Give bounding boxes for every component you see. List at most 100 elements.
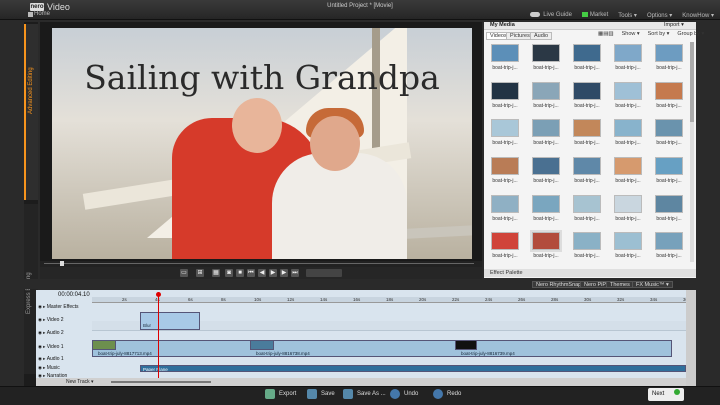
- media-thumbnail[interactable]: boat-trip-j...: [652, 156, 686, 190]
- track-visibility-icon[interactable]: ◉ ▸: [38, 365, 47, 370]
- media-thumbnail[interactable]: boat-trip-j...: [570, 194, 604, 228]
- volume-slider[interactable]: [306, 269, 342, 277]
- media-thumbnail[interactable]: boat-trip-j...: [652, 81, 686, 115]
- ruler-tick: 14s: [320, 297, 328, 302]
- media-thumbnail[interactable]: boat-trip-j...: [570, 156, 604, 190]
- play-icon[interactable]: ▶: [269, 269, 277, 277]
- clip-thumb-2[interactable]: [250, 340, 274, 350]
- media-thumbnail[interactable]: boat-trip-j...: [529, 194, 563, 228]
- media-thumbnail[interactable]: boat-trip-j...: [529, 81, 563, 115]
- media-thumbnail[interactable]: boat-trip-j...: [652, 44, 686, 77]
- playhead[interactable]: [158, 292, 159, 378]
- track-header[interactable]: ◉ ▸ Audio 2: [38, 329, 92, 337]
- track-label: Video 2: [46, 317, 64, 323]
- clip-thumb-1[interactable]: [92, 340, 116, 350]
- media-thumbnail[interactable]: boat-trip-j...: [529, 119, 563, 152]
- track-header[interactable]: ◉ ▸ Video 2: [38, 316, 92, 324]
- timeline: [36, 290, 686, 387]
- track-header[interactable]: ◉ ▸ Master Effects: [38, 303, 92, 311]
- home-icon[interactable]: [28, 12, 33, 17]
- tab-advanced-editing[interactable]: Advanced Editing: [24, 24, 38, 200]
- media-thumbnail[interactable]: boat-trip-j...: [529, 156, 563, 190]
- grandpa-head: [232, 98, 282, 153]
- save-button[interactable]: Save: [307, 389, 335, 399]
- home-link[interactable]: Home: [34, 11, 50, 17]
- start-icon[interactable]: ⏮: [247, 269, 255, 277]
- sort-dropdown[interactable]: Sort by ▾: [648, 31, 670, 37]
- media-thumbnail[interactable]: boat-trip-j...: [529, 230, 563, 265]
- layout-icon[interactable]: ▦: [212, 269, 220, 277]
- playhead-handle[interactable]: [156, 292, 161, 297]
- media-thumbnail[interactable]: boat-trip-j...: [488, 194, 522, 228]
- media-thumbnail[interactable]: boat-trip-j...: [611, 44, 645, 77]
- clip-thumb-3[interactable]: [455, 340, 477, 350]
- prev-frame-icon[interactable]: ◀: [258, 269, 266, 277]
- next-frame-icon[interactable]: ▶: [280, 269, 288, 277]
- media-thumbnail[interactable]: boat-trip-j...: [652, 119, 686, 152]
- menu-knowhow[interactable]: KnowHow ▾: [682, 12, 714, 19]
- media-thumbnail[interactable]: boat-trip-j...: [570, 81, 604, 115]
- new-track-button[interactable]: New Track ▾: [66, 379, 94, 385]
- thumbnail-label: boat-trip-j...: [492, 177, 518, 184]
- import-button[interactable]: Import ▾: [664, 22, 684, 28]
- timeline-footer: New Track ▾: [36, 378, 686, 386]
- thumbnail-image: [573, 119, 601, 138]
- menu-options[interactable]: Options ▾: [647, 12, 672, 19]
- media-thumbnail[interactable]: boat-trip-j...: [529, 44, 563, 77]
- media-thumbnail[interactable]: boat-trip-j...: [488, 232, 522, 265]
- export-button[interactable]: Export: [265, 389, 296, 399]
- save-as-button[interactable]: Save As ...: [343, 389, 386, 399]
- media-thumbnail[interactable]: boat-trip-j...: [611, 156, 645, 190]
- media-thumbnail[interactable]: boat-trip-j...: [611, 232, 645, 265]
- media-thumbnail[interactable]: boat-trip-j...: [488, 81, 522, 115]
- track-visibility-icon[interactable]: ◉ ▸: [38, 304, 47, 309]
- track-visibility-icon[interactable]: ◉ ▸: [38, 330, 47, 335]
- undo-button[interactable]: Undo: [390, 389, 418, 399]
- media-thumbnail[interactable]: boat-trip-j...: [652, 232, 686, 265]
- media-thumbnail[interactable]: boat-trip-j...: [570, 44, 604, 77]
- stop-icon[interactable]: ■: [236, 269, 244, 277]
- fx-music-button[interactable]: FX Music™ ▾: [632, 281, 673, 288]
- thumbnail-label: boat-trip-j...: [574, 215, 600, 222]
- redo-button[interactable]: Redo: [433, 389, 461, 399]
- track-visibility-icon[interactable]: ◉ ▸: [38, 317, 47, 322]
- snapshot-icon[interactable]: ◙: [225, 269, 233, 277]
- video-preview[interactable]: Sailing with Grandpa: [52, 28, 472, 259]
- media-thumbnail[interactable]: boat-trip-j...: [570, 119, 604, 152]
- media-thumbnail[interactable]: boat-trip-j...: [570, 232, 604, 265]
- track-header[interactable]: ◉ ▸ Video 1: [38, 343, 92, 351]
- next-button[interactable]: Next: [648, 388, 684, 401]
- media-scroll-thumb[interactable]: [690, 42, 694, 122]
- media-thumbnail[interactable]: boat-trip-j...: [611, 81, 645, 115]
- media-thumbnail[interactable]: boat-trip-j...: [611, 194, 645, 228]
- media-thumbnail[interactable]: boat-trip-j...: [652, 194, 686, 228]
- track-visibility-icon[interactable]: ◉ ▸: [38, 356, 47, 361]
- fit-icon[interactable]: ⊞: [196, 269, 204, 277]
- media-thumbnail[interactable]: boat-trip-j...: [611, 119, 645, 152]
- track-header[interactable]: ◉ ▸ Music: [38, 364, 92, 372]
- live-guide-toggle[interactable]: Live Guide: [530, 11, 572, 18]
- thumbnail-image: [532, 194, 560, 213]
- market-button[interactable]: Market: [581, 11, 608, 18]
- track-header[interactable]: ◉ ▸ Audio 1: [38, 355, 92, 363]
- time-ruler[interactable]: 2s4s6s8s10s12s14s16s18s20s22s24s26s28s30…: [92, 297, 690, 303]
- ruler-tick: 24s: [485, 297, 493, 302]
- themes-button[interactable]: Themes: [606, 281, 634, 288]
- end-icon[interactable]: ⏭: [291, 269, 299, 277]
- view-mode-icon[interactable]: ▦▤▥: [598, 31, 614, 37]
- blur-clip[interactable]: Blur: [140, 312, 200, 330]
- aspect-icon[interactable]: ▭: [180, 269, 188, 277]
- menu-tools[interactable]: Tools ▾: [618, 12, 637, 19]
- media-thumbnail[interactable]: boat-trip-j...: [488, 44, 522, 77]
- media-thumbnail[interactable]: boat-trip-j...: [488, 119, 522, 152]
- track-visibility-icon[interactable]: ◉ ▸: [38, 344, 47, 349]
- scrub-handle[interactable]: [60, 261, 64, 266]
- show-dropdown[interactable]: Show ▾: [622, 31, 640, 37]
- effect-palette-toggle[interactable]: Effect Palette: [484, 269, 696, 277]
- group-dropdown[interactable]: Group by ▾: [677, 31, 704, 37]
- zoom-slider[interactable]: [111, 381, 211, 383]
- music-clip[interactable]: Paper Plane: [140, 365, 686, 372]
- thumbnail-label: boat-trip-j...: [492, 65, 518, 71]
- tab-audio[interactable]: Audio: [530, 32, 553, 40]
- media-thumbnail[interactable]: boat-trip-j...: [488, 156, 522, 190]
